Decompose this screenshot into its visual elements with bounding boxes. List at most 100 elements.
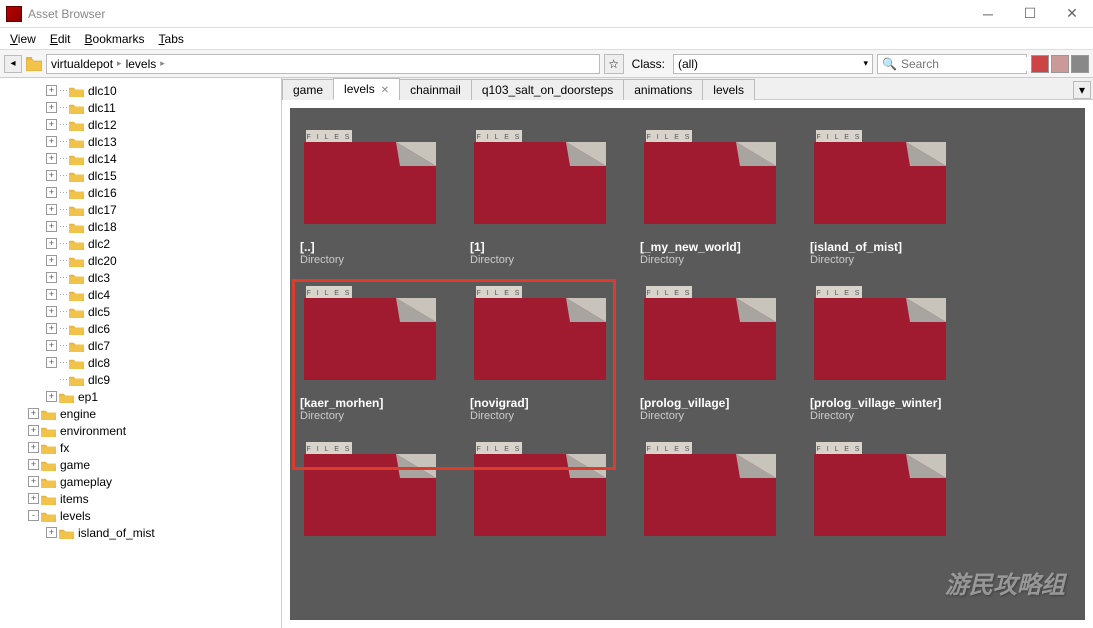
tree-item-dlc7[interactable]: +⋯dlc7 [0,337,281,354]
menu-view[interactable]: View [4,30,42,48]
tree-expand-icon[interactable]: + [46,255,57,266]
tree-expand-icon[interactable]: + [46,340,57,351]
tree-expand-icon[interactable]: + [46,323,57,334]
grid-view[interactable]: F I L E S[..]DirectoryF I L E S[1]Direct… [290,108,1085,620]
tree-expand-icon[interactable]: + [46,136,57,147]
folder-item[interactable]: F I L E S[island_of_mist]Directory [810,128,980,266]
tab-levels[interactable]: levels✕ [333,78,400,100]
tab-chainmail[interactable]: chainmail [399,79,472,100]
tab-close-icon[interactable]: ✕ [381,85,389,96]
folder-item[interactable]: F I L E S [470,440,640,552]
tree-expand-icon[interactable]: + [46,102,57,113]
folder-icon [69,119,84,131]
tree-expand-icon[interactable]: + [46,221,57,232]
tree-item-dlc18[interactable]: +⋯dlc18 [0,218,281,235]
menu-bookmarks[interactable]: Bookmarks [79,30,151,48]
tree-item-gameplay[interactable]: +gameplay [0,473,281,490]
tree-item-dlc13[interactable]: +⋯dlc13 [0,133,281,150]
tab-levels[interactable]: levels [702,79,755,100]
menu-tabs[interactable]: Tabs [153,30,190,48]
folder-item[interactable]: F I L E S[_my_new_world]Directory [640,128,810,266]
tree-item-dlc10[interactable]: +⋯dlc10 [0,82,281,99]
view-mode-2-button[interactable] [1051,55,1069,73]
tree-item-dlc3[interactable]: +⋯dlc3 [0,269,281,286]
tree-item-dlc4[interactable]: +⋯dlc4 [0,286,281,303]
tree-label: dlc3 [88,271,110,285]
folder-thumbnail: F I L E S [640,440,780,540]
tree-label: dlc2 [88,237,110,251]
menu-bar: ViewEditBookmarksTabs [0,28,1093,50]
folder-item[interactable]: F I L E S[novigrad]Directory [470,284,640,422]
folder-item[interactable]: F I L E S[kaer_morhen]Directory [300,284,470,422]
tree-item-levels[interactable]: -levels [0,507,281,524]
tab-game[interactable]: game [282,79,334,100]
tree-expand-icon[interactable]: + [46,391,57,402]
tree-item-environment[interactable]: +environment [0,422,281,439]
svg-text:F I L E S: F I L E S [817,446,862,453]
tree-expand-icon[interactable]: + [28,459,39,470]
tree-expand-icon[interactable]: + [28,493,39,504]
maximize-button[interactable]: ☐ [1009,0,1051,28]
tree-label: dlc18 [88,220,117,234]
tree-expand-icon[interactable]: + [46,119,57,130]
tree-expand-icon[interactable]: + [46,357,57,368]
view-mode-3-button[interactable] [1071,55,1089,73]
folder-item[interactable]: F I L E S[prolog_village_winter]Director… [810,284,980,422]
tree-item-island_of_mist[interactable]: +island_of_mist [0,524,281,541]
tree-item-items[interactable]: +items [0,490,281,507]
tree-expand-icon[interactable]: + [46,527,57,538]
folder-item[interactable]: F I L E S[..]Directory [300,128,470,266]
tree-expand-icon[interactable]: + [28,408,39,419]
tree-expand-icon[interactable]: + [46,238,57,249]
tree-item-dlc20[interactable]: +⋯dlc20 [0,252,281,269]
tree-item-dlc17[interactable]: +⋯dlc17 [0,201,281,218]
tree-expand-icon[interactable]: + [46,306,57,317]
tree-expand-icon[interactable]: + [28,425,39,436]
tree-item-dlc2[interactable]: +⋯dlc2 [0,235,281,252]
tree-item-dlc9[interactable]: ⋯dlc9 [0,371,281,388]
tree-item-dlc16[interactable]: +⋯dlc16 [0,184,281,201]
close-button[interactable]: ✕ [1051,0,1093,28]
bookmark-button[interactable]: ☆ [604,54,624,74]
tree-expand-icon[interactable]: + [46,85,57,96]
tree-expand-icon[interactable]: + [46,289,57,300]
tree-expand-icon[interactable]: + [46,272,57,283]
tree-item-dlc15[interactable]: +⋯dlc15 [0,167,281,184]
tree-expand-icon[interactable]: + [46,153,57,164]
tree-expand-icon[interactable]: + [46,187,57,198]
tree-expand-icon[interactable]: - [28,510,39,521]
view-mode-1-button[interactable] [1031,55,1049,73]
tree-item-dlc5[interactable]: +⋯dlc5 [0,303,281,320]
tree-item-dlc8[interactable]: +⋯dlc8 [0,354,281,371]
folder-item[interactable]: F I L E S [640,440,810,552]
tree-item-game[interactable]: +game [0,456,281,473]
tab-animations[interactable]: animations [623,79,703,100]
folder-item[interactable]: F I L E S [300,440,470,552]
minimize-button[interactable]: ─ [967,0,1009,28]
tree-item-dlc6[interactable]: +⋯dlc6 [0,320,281,337]
tree-item-fx[interactable]: +fx [0,439,281,456]
folder-item[interactable]: F I L E S [810,440,980,552]
tree-item-ep1[interactable]: +ep1 [0,388,281,405]
folder-item[interactable]: F I L E S[prolog_village]Directory [640,284,810,422]
tree-item-dlc12[interactable]: +⋯dlc12 [0,116,281,133]
folder-thumbnail: F I L E S [300,284,440,384]
tree-item-engine[interactable]: +engine [0,405,281,422]
tab-overflow-button[interactable]: ▾ [1073,81,1091,99]
menu-edit[interactable]: Edit [44,30,77,48]
search-box[interactable]: 🔍 [877,54,1027,74]
tree-expand-icon[interactable]: + [28,442,39,453]
tree-expand-icon[interactable]: + [46,170,57,181]
tree-item-dlc11[interactable]: +⋯dlc11 [0,99,281,116]
breadcrumb[interactable]: virtualdepot▸levels▸ [46,54,600,74]
nav-back-button[interactable]: ◂ [4,55,22,73]
class-select[interactable]: (all) ▾ [673,54,873,74]
breadcrumb-item[interactable]: virtualdepot [51,57,113,71]
tree-expand-icon[interactable]: + [46,204,57,215]
tree-expand-icon[interactable]: + [28,476,39,487]
tree-item-dlc14[interactable]: +⋯dlc14 [0,150,281,167]
tab-q103_salt_on_doorsteps[interactable]: q103_salt_on_doorsteps [471,79,624,100]
tree-panel[interactable]: +⋯dlc10+⋯dlc11+⋯dlc12+⋯dlc13+⋯dlc14+⋯dlc… [0,78,282,628]
folder-item[interactable]: F I L E S[1]Directory [470,128,640,266]
breadcrumb-item[interactable]: levels [126,57,157,71]
